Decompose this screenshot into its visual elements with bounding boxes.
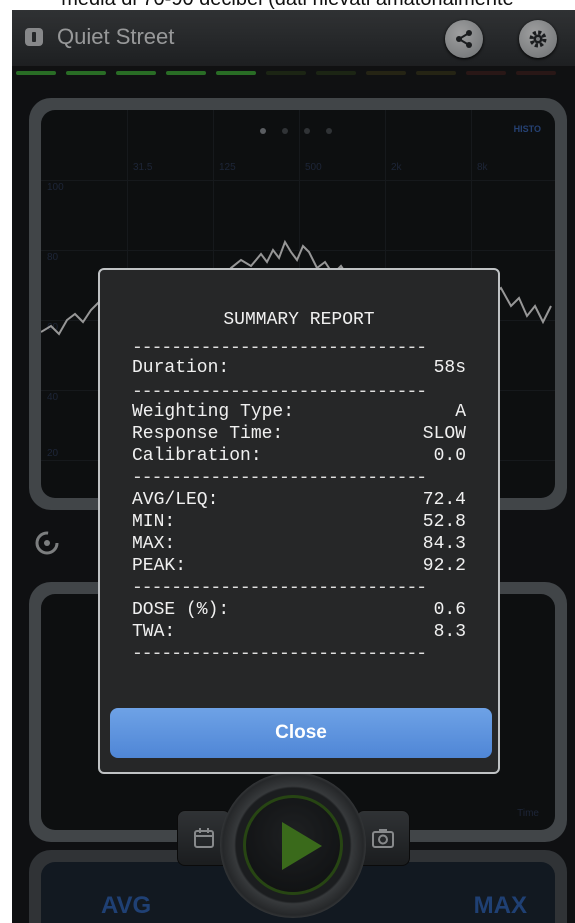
response-time-value: SLOW	[422, 424, 466, 444]
app-window: Quiet Street HISTO 100 80 60 40 20 31.5 …	[12, 10, 575, 923]
calibration-value: 0.0	[433, 446, 466, 466]
close-button[interactable]: Close	[110, 708, 492, 758]
dose-value: 0.6	[433, 600, 466, 620]
min-label: MIN:	[132, 512, 176, 532]
weighting-type-value: A	[455, 402, 466, 422]
response-time-label: Response Time:	[132, 424, 284, 444]
avg-leq-value: 72.4	[422, 490, 466, 510]
separator: ------------------------------	[132, 578, 427, 598]
max-label: MAX:	[132, 534, 176, 554]
report-title: SUMMARY REPORT	[223, 310, 375, 330]
dose-label: DOSE (%):	[132, 600, 230, 620]
separator: ------------------------------	[132, 382, 427, 402]
max-value: 84.3	[422, 534, 466, 554]
twa-value: 8.3	[433, 622, 466, 642]
separator: ------------------------------	[132, 644, 427, 664]
calibration-label: Calibration:	[132, 446, 262, 466]
duration-value: 58s	[433, 358, 466, 378]
peak-value: 92.2	[422, 556, 466, 576]
summary-report-dialog: SUMMARY REPORT -------------------------…	[98, 268, 500, 774]
weighting-type-label: Weighting Type:	[132, 402, 295, 422]
separator: ------------------------------	[132, 338, 427, 358]
avg-leq-label: AVG/LEQ:	[132, 490, 219, 510]
duration-label: Duration:	[132, 358, 230, 378]
peak-label: PEAK:	[132, 556, 187, 576]
twa-label: TWA:	[132, 622, 176, 642]
min-value: 52.8	[422, 512, 466, 532]
separator: ------------------------------	[132, 468, 427, 488]
page-caption: media di 70-90 decibel (dati rilevati am…	[0, 0, 575, 10]
